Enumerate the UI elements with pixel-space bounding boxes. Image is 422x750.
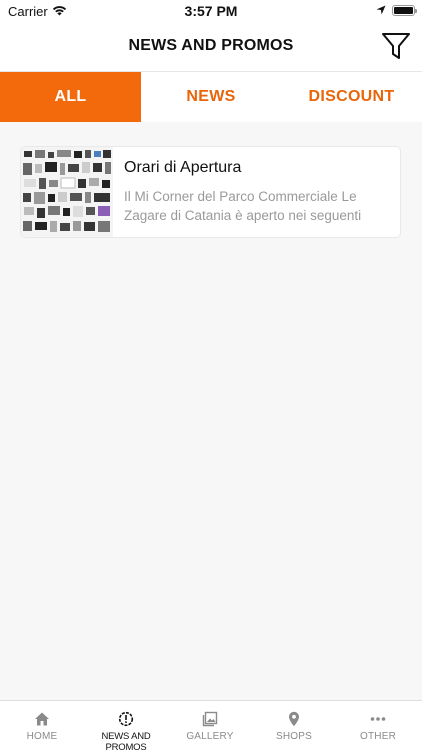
tab-bar-item-other[interactable]: OTHER [336, 701, 420, 750]
battery-icon [392, 5, 417, 16]
tab-bar-label: SHOPS [275, 731, 312, 742]
news-excerpt: Il Mi Corner del Parco Commerciale Le Za… [124, 189, 362, 223]
tab-news[interactable]: NEWS [141, 72, 281, 122]
tab-bar-item-shops[interactable]: SHOPS [252, 701, 336, 750]
tab-all[interactable]: ALL [0, 72, 141, 122]
tab-bar-label: GALLERY [186, 731, 234, 742]
status-time: 3:57 PM [184, 3, 238, 19]
filter-icon[interactable] [380, 31, 412, 61]
home-icon [35, 712, 49, 726]
map-pin-icon [289, 711, 299, 727]
tab-bar-item-home[interactable]: HOME [0, 701, 84, 750]
news-list: Orari di Apertura Il Mi Corner del Parco… [0, 122, 422, 700]
tab-bar-label: HOME [26, 731, 58, 742]
tab-discount[interactable]: DISCOUNT [281, 72, 422, 122]
navigation-bar: NEWS AND PROMOS [0, 22, 422, 72]
page-title: NEWS AND PROMOS [128, 37, 294, 54]
category-tabs: ALL NEWS DISCOUNT [0, 72, 422, 122]
news-thumbnail [21, 147, 113, 237]
more-icon [370, 717, 386, 721]
news-card[interactable]: Orari di Apertura Il Mi Corner del Parco… [20, 146, 401, 238]
tab-bar-label: OTHER [360, 731, 396, 742]
tab-bar-item-news-and-promos[interactable]: NEWS AND PROMOS [84, 701, 168, 750]
alert-badge-icon [118, 711, 134, 727]
tab-bar-label: NEWS AND PROMOS [101, 731, 151, 750]
tab-bar-item-gallery[interactable]: GALLERY [168, 701, 252, 750]
status-bar: Carrier 3:57 PM [0, 0, 422, 22]
bottom-tab-bar: HOME NEWS AND PROMOS GALLERY SHOPS OTHER [0, 700, 422, 750]
gallery-icon [202, 711, 218, 727]
location-arrow-icon [376, 5, 386, 15]
news-title: Orari di Apertura [124, 159, 242, 176]
